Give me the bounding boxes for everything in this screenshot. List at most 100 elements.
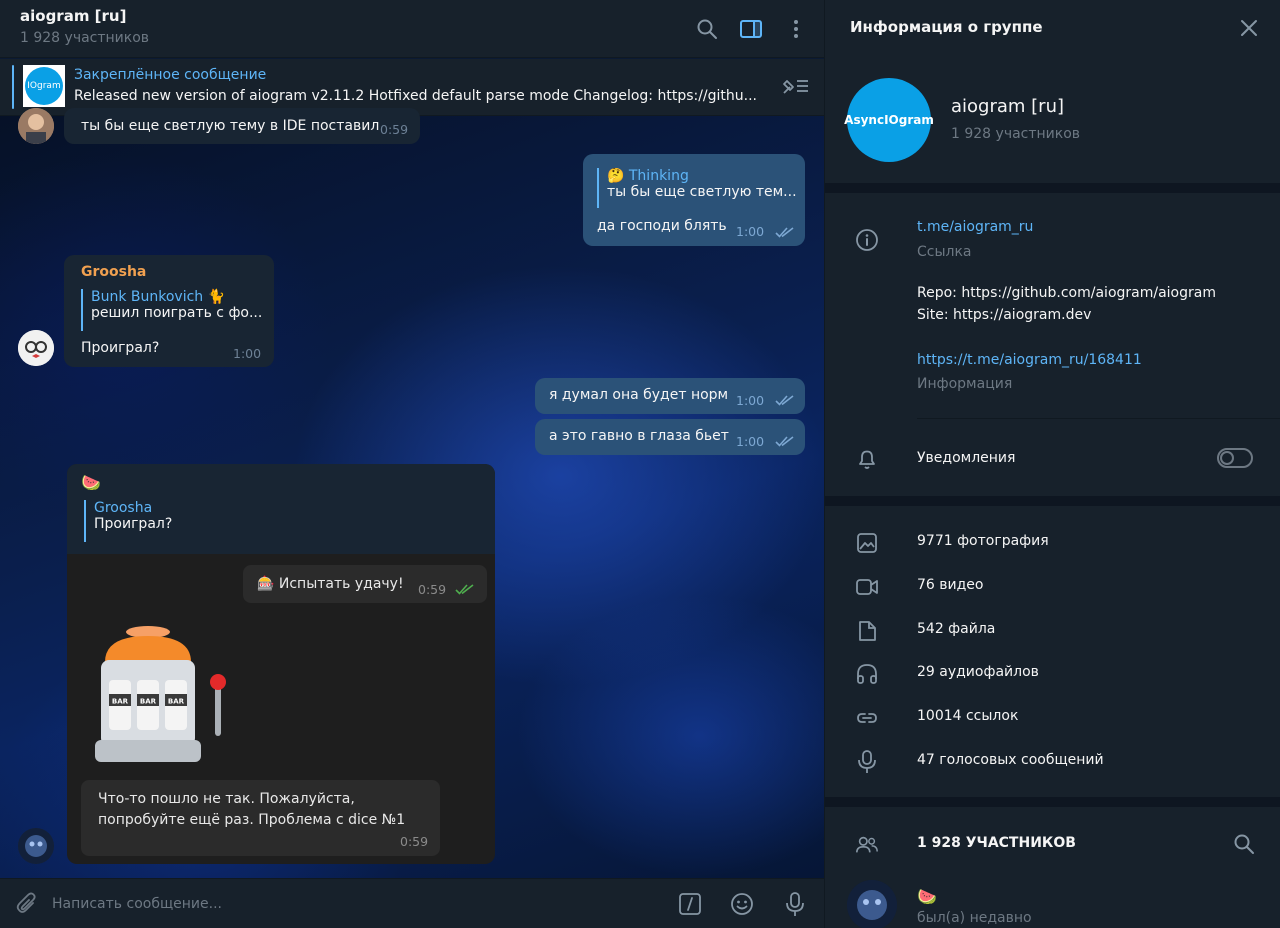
- paperclip-icon[interactable]: [14, 891, 40, 917]
- message-time: 1:00: [233, 346, 262, 361]
- description-link[interactable]: https://t.me/aiogram_ru/168411: [917, 352, 1142, 368]
- message-time: 0:59: [380, 122, 409, 137]
- avatar[interactable]: [18, 828, 54, 864]
- message-text: Проиграл?: [81, 340, 160, 356]
- member-avatar[interactable]: [847, 880, 897, 928]
- microphone-icon: [855, 750, 879, 774]
- headphones-icon: [855, 662, 879, 686]
- microphone-icon[interactable]: [782, 891, 808, 917]
- member-name[interactable]: 🍉: [917, 887, 937, 906]
- read-ticks-icon: [775, 227, 794, 238]
- chat-title[interactable]: aiogram [ru]: [20, 7, 126, 25]
- toggle-knob: [1220, 451, 1234, 465]
- reply-text: Проиграл?: [94, 516, 173, 532]
- group-members-count: 1 928 участников: [951, 126, 1081, 142]
- reply-text: ты бы еще светлую тем...: [607, 184, 797, 200]
- reply-quote[interactable]: Bunk Bunkovich 🐈 решил поиграть с фо...: [81, 289, 262, 331]
- info-title: Информация о группе: [850, 18, 1043, 36]
- chat-header[interactable]: aiogram [ru] 1 928 участников: [0, 0, 824, 58]
- pinned-text: Released new version of aiogram v2.11.2 …: [74, 88, 758, 104]
- chat-panel: aiogram [ru] 1 928 участников IOgram Зак…: [0, 0, 824, 928]
- error-line-2: попробуйте ещё раз. Проблема с dice №1: [98, 812, 406, 828]
- description-label: Информация: [917, 376, 1013, 392]
- message-bubble[interactable]: 🍉 Groosha Проиграл? 🎰 Испытать удачу! 0:…: [67, 464, 495, 864]
- link-icon: [855, 706, 879, 730]
- error-line-1: Что-то пошло не так. Пожалуйста,: [98, 791, 355, 807]
- search-icon[interactable]: [1233, 833, 1257, 857]
- bot-command-icon[interactable]: [677, 891, 703, 917]
- slot-reel-label: BAR: [168, 698, 185, 706]
- divider: [825, 496, 1280, 506]
- read-ticks-icon: [455, 584, 474, 595]
- info-icon: [855, 228, 879, 252]
- message-time: 1:00: [736, 224, 765, 239]
- video-icon: [855, 575, 879, 599]
- reply-text: решил поиграть с фо...: [91, 305, 263, 321]
- message-text: ты бы еще светлую тему в IDE поставил: [81, 118, 380, 134]
- aiogram-logo-icon: IOgram: [25, 67, 63, 105]
- group-name: aiogram [ru]: [951, 96, 1065, 117]
- embedded-time: 0:59: [418, 582, 447, 597]
- message-bubble[interactable]: Groosha Bunk Bunkovich 🐈 решил поиграть …: [64, 255, 274, 367]
- message-bubble[interactable]: я думал она будет норм 1:00: [535, 378, 805, 414]
- avatar[interactable]: [18, 330, 54, 366]
- message-time: 1:00: [736, 393, 765, 408]
- reply-author: Groosha: [94, 500, 153, 516]
- divider: [917, 418, 1280, 419]
- unpin-icon[interactable]: [780, 75, 810, 101]
- message-author[interactable]: Groosha: [81, 264, 146, 280]
- reply-author: Bunk Bunkovich 🐈: [91, 289, 226, 305]
- message-bubble[interactable]: ты бы еще светлую тему в IDE поставил 0:…: [64, 108, 420, 144]
- sidebar-toggle-icon[interactable]: [738, 16, 764, 42]
- reply-author: 🤔 Thinking: [607, 168, 689, 184]
- notifications-label: Уведомления: [917, 450, 1016, 466]
- message-input[interactable]: [52, 887, 652, 921]
- media-videos[interactable]: 76 видео: [917, 577, 983, 593]
- reply-quote[interactable]: 🤔 Thinking ты бы еще светлую тем...: [597, 168, 797, 208]
- description-line: Repo: https://github.com/aiogram/aiogram: [917, 285, 1216, 301]
- media-audio[interactable]: 29 аудиофайлов: [917, 664, 1039, 680]
- slot-reel-label: BAR: [140, 698, 157, 706]
- read-ticks-icon: [775, 436, 794, 447]
- reply-quote[interactable]: Groosha Проиграл?: [84, 500, 172, 542]
- notifications-toggle[interactable]: [1217, 448, 1253, 468]
- media-voice[interactable]: 47 голосовых сообщений: [917, 752, 1104, 768]
- pinned-bar: [12, 65, 14, 109]
- media-links[interactable]: 10014 ссылок: [917, 708, 1018, 724]
- group-info-panel: Информация о группе AsyncIOgram aiogram …: [824, 0, 1280, 928]
- media-files[interactable]: 542 файла: [917, 621, 995, 637]
- message-bubble[interactable]: 🤔 Thinking ты бы еще светлую тем... да г…: [583, 154, 805, 246]
- chat-member-count: 1 928 участников: [20, 30, 150, 46]
- message-text: а это гавно в глаза бьет: [549, 428, 729, 444]
- bell-icon: [855, 447, 879, 471]
- more-vertical-icon[interactable]: [783, 16, 809, 42]
- error-time: 0:59: [400, 834, 429, 849]
- group-avatar[interactable]: AsyncIOgram: [844, 78, 934, 162]
- message-composer: [0, 878, 824, 928]
- description-line: Site: https://aiogram.dev: [917, 307, 1092, 323]
- divider: [825, 797, 1280, 807]
- members-icon: [855, 833, 879, 857]
- pinned-thumbnail: IOgram: [23, 65, 65, 107]
- embedded-button-text: 🎰 Испытать удачу!: [257, 576, 404, 592]
- file-icon: [855, 619, 879, 643]
- embedded-error-message: Что-то пошло не так. Пожалуйста, попробу…: [81, 780, 440, 856]
- group-link[interactable]: t.me/aiogram_ru: [917, 219, 1033, 235]
- close-icon[interactable]: [1237, 16, 1261, 40]
- pinned-title: Закреплённое сообщение: [74, 67, 267, 83]
- embedded-dice-message: 🎰 Испытать удачу! 0:59: [243, 565, 487, 603]
- read-ticks-icon: [775, 395, 794, 406]
- members-header: 1 928 УЧАСТНИКОВ: [917, 835, 1076, 851]
- message-bubble[interactable]: а это гавно в глаза бьет 1:00: [535, 419, 805, 455]
- search-icon[interactable]: [694, 16, 720, 42]
- media-photos[interactable]: 9771 фотография: [917, 533, 1049, 549]
- message-text: я думал она будет норм: [549, 387, 729, 403]
- emoji-icon[interactable]: [729, 891, 755, 917]
- avatar[interactable]: [18, 108, 54, 144]
- group-avatar-text: AsyncIOgram: [844, 113, 934, 127]
- slot-reel-label: BAR: [112, 698, 129, 706]
- message-emoji: 🍉: [81, 473, 101, 492]
- photo-icon: [855, 531, 879, 555]
- message-time: 1:00: [736, 434, 765, 449]
- slot-machine-icon: BAR BAR BAR: [95, 626, 226, 762]
